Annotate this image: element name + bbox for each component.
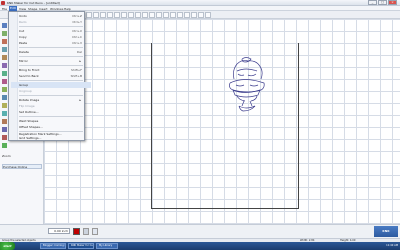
menu-separator — [19, 65, 83, 66]
maximize-button[interactable]: □ — [378, 0, 387, 5]
line-size-input[interactable]: 0.00 inch — [48, 228, 70, 234]
close-button[interactable]: × — [388, 0, 397, 5]
menu-separator — [19, 26, 83, 27]
menu-separator — [19, 95, 83, 96]
print-icon[interactable] — [100, 12, 106, 18]
task-my-library[interactable]: My Library — [96, 243, 118, 249]
purchase-online-button[interactable]: Purchase Online — [2, 164, 42, 169]
zoom-in-icon[interactable] — [142, 12, 148, 18]
shape-tool-icon[interactable] — [2, 55, 7, 60]
menu-item-paste[interactable]: Paste Ctrl+V — [19, 40, 83, 46]
pen-icon[interactable] — [92, 228, 98, 235]
edit-menu-dropdown: Undo Ctrl+Z Redo Ctrl+Y Cut Ctrl+X Copy Ctrl… — [8, 11, 91, 141]
help-icon[interactable] — [205, 12, 211, 18]
brand-logo-icon: KNK — [374, 226, 398, 237]
menu-item-redo: Redo Ctrl+Y — [19, 20, 82, 24]
menu-item-grid-settings[interactable]: Grid Settings... — [19, 136, 83, 140]
cut-send-icon[interactable] — [198, 12, 204, 18]
hand-tool-icon[interactable] — [2, 119, 7, 124]
rotate-tool-icon[interactable] — [2, 127, 7, 132]
menu-item-set-outline[interactable]: Set Outline... — [19, 109, 83, 115]
task-blogger[interactable]: Blogger: Coming HOME — [40, 243, 66, 249]
minimize-button[interactable]: _ — [368, 0, 377, 5]
start-button[interactable]: start — [0, 242, 15, 250]
measure-tool-icon[interactable] — [2, 111, 7, 116]
menu-item-offset-shapes[interactable]: Offset Shapes... — [19, 124, 83, 130]
taskbar: start Blogger: Coming HOME KNK Maker for… — [0, 242, 400, 250]
save-icon[interactable] — [93, 12, 99, 18]
node-tool-icon[interactable] — [2, 31, 7, 36]
curve-tool-icon[interactable] — [2, 63, 7, 68]
pen-tool-icon[interactable] — [2, 71, 7, 76]
align-icon[interactable] — [191, 12, 197, 18]
line-tool-icon[interactable] — [2, 47, 7, 52]
color-picker-icon[interactable] — [83, 228, 89, 235]
menu-icon-gutter — [9, 12, 18, 140]
menu-item-ungroup: Ungroup — [19, 89, 32, 93]
redo-icon[interactable] — [135, 12, 141, 18]
submenu-arrow-icon: ▸ — [79, 59, 81, 63]
system-clock: 11:40 AM — [386, 244, 398, 247]
menu-separator — [19, 56, 83, 57]
window-title: KNK Maker for Cut Runs - [untitled] — [7, 1, 60, 5]
group-icon[interactable] — [177, 12, 183, 18]
zoom-out-icon[interactable] — [149, 12, 155, 18]
knife-tool-icon[interactable] — [2, 95, 7, 100]
menu-separator — [19, 80, 83, 81]
cut-icon[interactable] — [107, 12, 113, 18]
undo-icon[interactable] — [128, 12, 134, 18]
copy-icon[interactable] — [114, 12, 120, 18]
menu-item-delete[interactable]: Delete Del — [19, 49, 83, 55]
zoom-label[interactable]: Zoom — [2, 154, 40, 158]
menu-item-mirror[interactable]: Mirror ▸ — [19, 58, 83, 64]
open-icon[interactable] — [86, 12, 92, 18]
app-icon — [1, 1, 5, 5]
paste-icon[interactable] — [121, 12, 127, 18]
trace-tool-icon[interactable] — [2, 79, 7, 84]
text-tool-icon[interactable] — [2, 39, 7, 44]
menu-item-send-to-back[interactable]: Send to Back Shift+B — [19, 73, 83, 79]
task-knk-maker[interactable]: KNK Maker for Cu... — [68, 243, 94, 249]
ungroup-icon[interactable] — [184, 12, 190, 18]
fill-tool-icon[interactable] — [2, 103, 7, 108]
fit-icon[interactable] — [156, 12, 162, 18]
menu-separator — [19, 116, 83, 117]
eraser-tool-icon[interactable] — [2, 87, 7, 92]
weld-tool-icon[interactable] — [2, 143, 7, 148]
menu-separator — [19, 47, 83, 48]
grid-icon[interactable] — [163, 12, 169, 18]
scale-tool-icon[interactable] — [2, 135, 7, 140]
select-tool-icon[interactable] — [2, 23, 7, 28]
weld-icon[interactable] — [170, 12, 176, 18]
color-swatch[interactable] — [73, 228, 80, 235]
cake-drawing-icon[interactable] — [224, 55, 269, 113]
